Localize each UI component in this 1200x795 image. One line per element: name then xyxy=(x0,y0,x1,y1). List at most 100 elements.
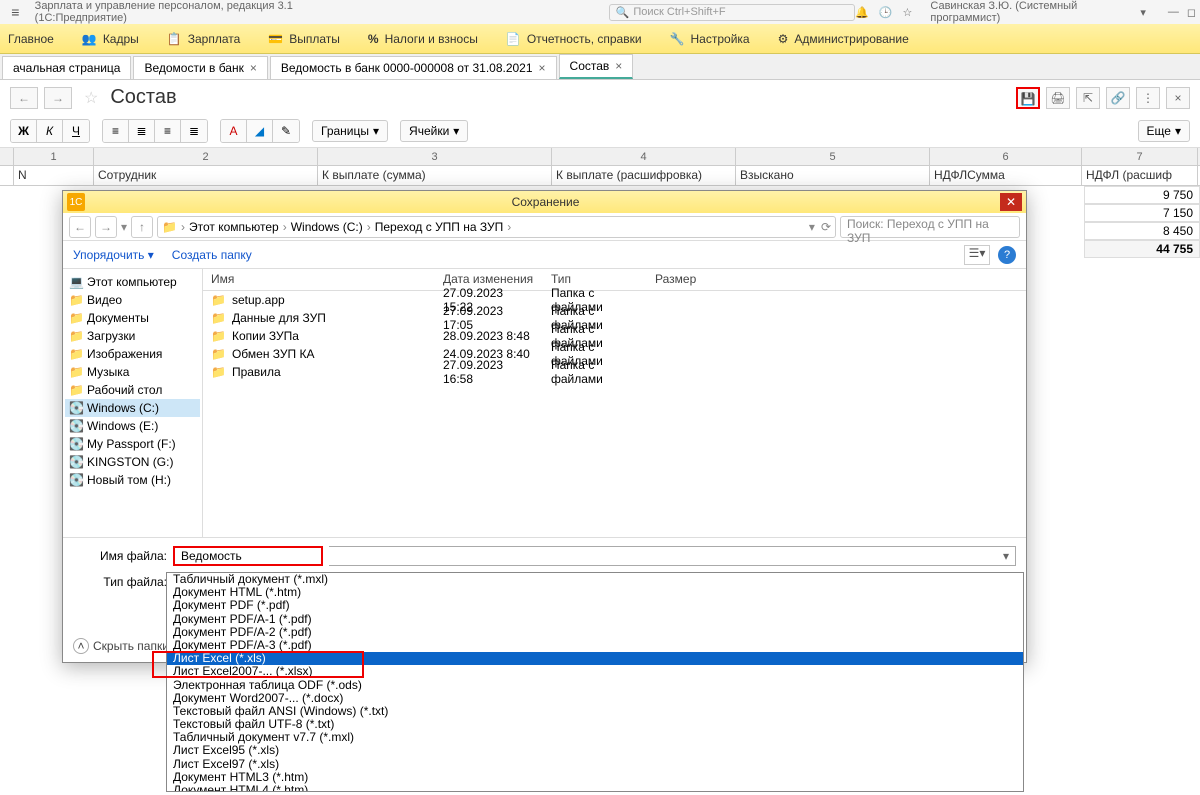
maximize-button[interactable]: ◻ xyxy=(1187,6,1196,19)
back-button[interactable]: ← xyxy=(69,216,91,238)
ribbon-reports[interactable]: Отчетность, справки xyxy=(506,32,642,46)
up-button[interactable]: ↑ xyxy=(131,216,153,238)
cell-value[interactable]: 9 750 xyxy=(1084,186,1200,204)
more-menu-button[interactable]: ⋮ xyxy=(1136,87,1160,109)
filetype-option[interactable]: Электронная таблица ODF (*.ods) xyxy=(167,679,1023,692)
link-button[interactable]: 🔗 xyxy=(1106,87,1130,109)
cells-dropdown[interactable]: Ячейки▾ xyxy=(400,120,468,142)
crumb-item[interactable]: Переход с УПП на ЗУП xyxy=(375,220,504,234)
new-folder-button[interactable]: Создать папку xyxy=(172,248,252,262)
crumb-dropdown-icon[interactable]: ▾ xyxy=(809,220,815,234)
tree-node[interactable]: 📁Изображения xyxy=(65,345,200,363)
forward-button[interactable]: → xyxy=(95,216,117,238)
tree-node[interactable]: 📁Видео xyxy=(65,291,200,309)
close-icon[interactable]: × xyxy=(539,61,546,75)
refresh-icon[interactable]: ⟳ xyxy=(821,220,831,234)
chevron-down-icon[interactable]: ▾ xyxy=(1003,549,1009,563)
ribbon-admin[interactable]: Администрирование xyxy=(778,32,909,46)
ribbon-hr[interactable]: Кадры xyxy=(82,32,139,46)
tree-node[interactable]: 📁Загрузки xyxy=(65,327,200,345)
global-search-input[interactable]: 🔍 Поиск Ctrl+Shift+F xyxy=(609,4,855,21)
italic-button[interactable]: К xyxy=(37,120,63,142)
cell-value[interactable]: 8 450 xyxy=(1084,222,1200,240)
filename-input[interactable]: Ведомость xyxy=(173,546,323,566)
borders-dropdown[interactable]: Границы▾ xyxy=(312,120,388,142)
user-dropdown-icon[interactable]: ▾ xyxy=(1140,6,1146,19)
ribbon-salary[interactable]: Зарплата xyxy=(167,32,241,46)
filetype-option[interactable]: Документ PDF (*.pdf) xyxy=(167,599,1023,612)
filetype-option[interactable]: Документ PDF/A-1 (*.pdf) xyxy=(167,613,1023,626)
align-center-button[interactable]: ≣ xyxy=(129,120,155,142)
filetype-option[interactable]: Документ PDF/A-2 (*.pdf) xyxy=(167,626,1023,639)
tree-node[interactable]: 📁Музыка xyxy=(65,363,200,381)
ribbon-payments[interactable]: Выплаты xyxy=(268,32,340,46)
nav-back-button[interactable]: ← xyxy=(10,87,38,109)
ribbon-settings[interactable]: Настройка xyxy=(670,32,750,46)
folder-search-input[interactable]: Поиск: Переход с УПП на ЗУП xyxy=(840,216,1020,238)
tree-node[interactable]: 📁Документы xyxy=(65,309,200,327)
tree-node[interactable]: 💽Windows (C:) xyxy=(65,399,200,417)
tree-node[interactable]: 💽Новый том (H:) xyxy=(65,471,200,489)
filetype-option[interactable]: Лист Excel2007-... (*.xlsx) xyxy=(167,665,1023,678)
col-header[interactable]: 1 xyxy=(14,148,94,165)
filename-input-ext[interactable]: ▾ xyxy=(329,546,1016,566)
col-header[interactable]: 5 xyxy=(736,148,930,165)
font-color-button[interactable]: A xyxy=(221,120,247,142)
filetype-option[interactable]: Документ HTML4 (*.htm) xyxy=(167,784,1023,792)
favorite-icon[interactable]: ☆ xyxy=(84,88,98,108)
tree-node[interactable]: 💽Windows (E:) xyxy=(65,417,200,435)
col-header[interactable]: 3 xyxy=(318,148,552,165)
bg-color-button[interactable]: ◢ xyxy=(247,120,273,142)
user-label[interactable]: Савинская З.Ю. (Системный программист) xyxy=(930,0,1130,24)
file-col-header[interactable]: Размер xyxy=(647,269,727,290)
filetype-option[interactable]: Документ Word2007-... (*.docx) xyxy=(167,692,1023,705)
file-col-header[interactable]: Имя xyxy=(203,269,435,290)
col-header[interactable]: 6 xyxy=(930,148,1082,165)
bold-button[interactable]: Ж xyxy=(11,120,37,142)
clear-format-button[interactable]: ✎ xyxy=(273,120,299,142)
tab-sostav[interactable]: Состав× xyxy=(559,54,634,79)
ribbon-taxes[interactable]: Налоги и взносы xyxy=(368,32,478,46)
tab-start[interactable]: ачальная страница xyxy=(2,56,131,79)
ribbon-main[interactable]: Главное xyxy=(8,32,54,46)
dialog-close-button[interactable]: ✕ xyxy=(1000,193,1022,211)
align-justify-button[interactable]: ≣ xyxy=(181,120,207,142)
cell-value[interactable]: 44 755 xyxy=(1084,240,1200,258)
col-header[interactable]: 2 xyxy=(94,148,318,165)
chevron-down-icon[interactable]: ▾ xyxy=(121,220,127,234)
filetype-option[interactable]: Табличный документ v7.7 (*.mxl) xyxy=(167,731,1023,744)
tree-node[interactable]: 📁Рабочий стол xyxy=(65,381,200,399)
help-icon[interactable]: ? xyxy=(998,246,1016,264)
more-dropdown[interactable]: Еще▾ xyxy=(1138,120,1190,142)
history-icon[interactable]: 🕒 xyxy=(879,6,893,19)
star-icon[interactable]: ☆ xyxy=(903,6,913,19)
bell-icon[interactable]: 🔔 xyxy=(855,6,869,19)
organize-menu[interactable]: Упорядочить ▾ xyxy=(73,248,154,262)
nav-forward-button[interactable]: → xyxy=(44,87,72,109)
col-header[interactable]: 7 xyxy=(1082,148,1198,165)
view-options-button[interactable]: ☰▾ xyxy=(964,245,990,265)
save-button[interactable]: 💾 xyxy=(1016,87,1040,109)
cell-value[interactable]: 7 150 xyxy=(1084,204,1200,222)
minimize-button[interactable]: — xyxy=(1168,6,1179,19)
underline-button[interactable]: Ч xyxy=(63,120,89,142)
tab-sheets[interactable]: Ведомости в банк× xyxy=(133,56,267,79)
print-button[interactable]: 🖨 xyxy=(1046,87,1070,109)
export-button[interactable]: ⇱ xyxy=(1076,87,1100,109)
close-icon[interactable]: × xyxy=(250,61,257,75)
align-right-button[interactable]: ≡ xyxy=(155,120,181,142)
filetype-option[interactable]: Лист Excel95 (*.xls) xyxy=(167,744,1023,757)
align-left-button[interactable]: ≡ xyxy=(103,120,129,142)
close-icon[interactable]: × xyxy=(615,59,622,73)
close-doc-button[interactable]: × xyxy=(1166,87,1190,109)
main-menu-button[interactable]: ≡ xyxy=(4,4,27,20)
filetype-option[interactable]: Документ HTML (*.htm) xyxy=(167,586,1023,599)
tree-node[interactable]: 💽My Passport (F:) xyxy=(65,435,200,453)
tree-node[interactable]: 💻Этот компьютер xyxy=(65,273,200,291)
file-row[interactable]: 📁Правила27.09.2023 16:58Папка с файлами xyxy=(203,363,1026,381)
crumb-item[interactable]: Этот компьютер xyxy=(189,220,279,234)
breadcrumb[interactable]: 📁 › Этот компьютер › Windows (C:) › Пере… xyxy=(157,216,836,238)
filetype-option[interactable]: Лист Excel97 (*.xls) xyxy=(167,758,1023,771)
tree-node[interactable]: 💽KINGSTON (G:) xyxy=(65,453,200,471)
tab-sheet-doc[interactable]: Ведомость в банк 0000-000008 от 31.08.20… xyxy=(270,56,557,79)
